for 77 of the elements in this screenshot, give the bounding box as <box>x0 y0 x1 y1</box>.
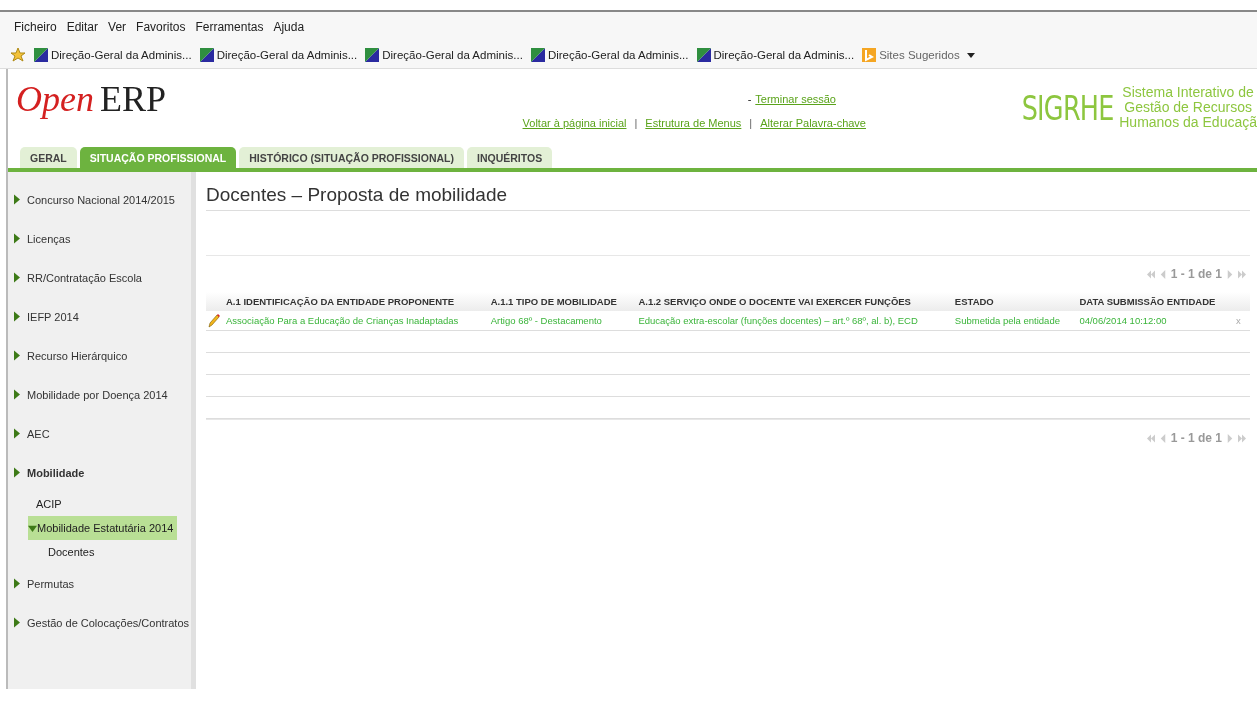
sidebar-subitem[interactable]: ACIP <box>28 492 66 516</box>
sidebar-item[interactable]: Mobilidade <box>8 453 191 492</box>
previous-page-icon[interactable] <box>1158 433 1167 443</box>
sidebar-item[interactable]: Permutas <box>8 564 191 603</box>
caret-icon[interactable] <box>966 52 975 58</box>
column-header: DATA SUBMISSÃO ENTIDADE <box>1075 292 1234 311</box>
sidebar-subitem[interactable]: Docentes <box>48 540 95 564</box>
favorite-link[interactable]: Direção-Geral da Adminis... <box>199 48 358 62</box>
triangle-icon <box>14 233 20 244</box>
sidebar-item[interactable]: RR/Contratação Escola <box>8 258 191 297</box>
triangle-icon <box>14 578 20 589</box>
brand-tagline: Sistema Interativo de <box>1122 85 1254 100</box>
bing-icon <box>862 48 877 62</box>
sidebar-item[interactable]: AEC <box>8 414 191 453</box>
favorite-link[interactable]: Direção-Geral da Adminis... <box>365 48 523 62</box>
tab[interactable]: INQUÉRITOS <box>467 147 553 168</box>
table-cell: Educação extra-escolar (funções docentes) – art.º 68º, al. b), ECD <box>634 311 951 331</box>
triangle-icon <box>14 194 20 205</box>
site-icon <box>199 48 214 62</box>
pager-text: 1 - 1 de 1 <box>1170 267 1222 281</box>
menu-item[interactable]: Ver <box>108 20 127 34</box>
site-icon <box>696 48 711 62</box>
brand-tagline: Gestão de Recursos <box>1124 100 1252 115</box>
sigrhe-logo: SIGRHE <box>1021 87 1114 128</box>
favorites-star-icon[interactable] <box>10 47 26 63</box>
sidebar-item[interactable]: Mobilidade por Doença 2014 <box>8 375 191 414</box>
triangle-icon <box>14 428 20 439</box>
table-cell: 04/06/2014 10:12:00 <box>1075 311 1234 331</box>
triangle-icon <box>14 467 20 478</box>
menu-item[interactable]: Editar <box>66 20 99 34</box>
site-icon <box>34 48 48 62</box>
separator-text: | <box>634 117 638 129</box>
tab[interactable]: HISTÓRICO (SITUAÇÃO PROFISSIONAL) <box>239 147 464 168</box>
previous-page-icon[interactable] <box>1158 269 1167 279</box>
table-cell: Associação Para a Educação de Crianças Inadaptadas <box>222 311 487 331</box>
menu-item[interactable]: Favoritos <box>136 20 186 34</box>
brand-tagline: Humanos da Educaçã <box>1119 115 1257 130</box>
next-page-icon[interactable] <box>1226 433 1234 443</box>
separator-text: | <box>749 117 753 129</box>
sidebar-item[interactable]: IEFP 2014 <box>8 297 191 336</box>
pencil-icon[interactable] <box>208 313 220 328</box>
separator-text: - <box>747 93 752 105</box>
pager-text: 1 - 1 de 1 <box>1170 431 1222 445</box>
last-page-icon[interactable] <box>1238 269 1246 279</box>
sidebar-item[interactable]: Gestão de Colocações/Contratos <box>8 603 191 642</box>
triangle-icon <box>14 350 20 361</box>
favorite-link[interactable]: Direção-Geral da Adminis... <box>696 48 855 62</box>
suggested-sites-link[interactable]: Sites Sugeridos <box>862 48 975 62</box>
triangle-icon <box>14 272 20 283</box>
first-page-icon[interactable] <box>1146 269 1155 279</box>
table-cell: Submetida pela entidade <box>950 311 1076 331</box>
favorite-link[interactable]: Direção-Geral da Adminis... <box>530 48 689 62</box>
column-header: ESTADO <box>950 292 1076 311</box>
sidebar-item[interactable]: Recurso Hierárquico <box>8 336 191 375</box>
site-icon <box>365 48 380 62</box>
triangle-icon[interactable] <box>28 523 37 533</box>
menu-item[interactable]: Ferramentas <box>195 20 264 34</box>
sidebar-item[interactable]: Licenças <box>8 219 191 258</box>
column-header: A.1.1 TIPO DE MOBILIDADE <box>486 292 635 311</box>
last-page-icon[interactable] <box>1238 433 1246 443</box>
page-title: Docentes – Proposta de mobilidade <box>206 172 1250 211</box>
triangle-icon <box>14 617 20 628</box>
triangle-icon <box>14 389 20 400</box>
menu-item[interactable]: Ficheiro <box>14 20 57 34</box>
menu-item[interactable]: Ajuda <box>273 20 305 34</box>
column-header: A.1.2 SERVIÇO ONDE O DOCENTE VAI EXERCER FUNÇÕES <box>634 292 951 311</box>
site-icon <box>530 48 545 62</box>
next-page-icon[interactable] <box>1226 269 1234 279</box>
sidebar-subitem[interactable]: Mobilidade Estatutária 2014 <box>28 516 178 540</box>
column-header: A.1 IDENTIFICAÇÃO DA ENTIDADE PROPONENTE <box>222 292 487 311</box>
first-page-icon[interactable] <box>1146 433 1155 443</box>
triangle-icon <box>14 311 20 322</box>
table-cell: Artigo 68º - Destacamento <box>486 311 635 331</box>
openerp-logo: Open ERP <box>15 79 167 121</box>
tab[interactable]: GERAL <box>20 147 77 168</box>
favorite-link[interactable]: Direção-Geral da Adminis... <box>34 48 192 62</box>
sidebar-item[interactable]: Concurso Nacional 2014/2015 <box>8 180 191 219</box>
